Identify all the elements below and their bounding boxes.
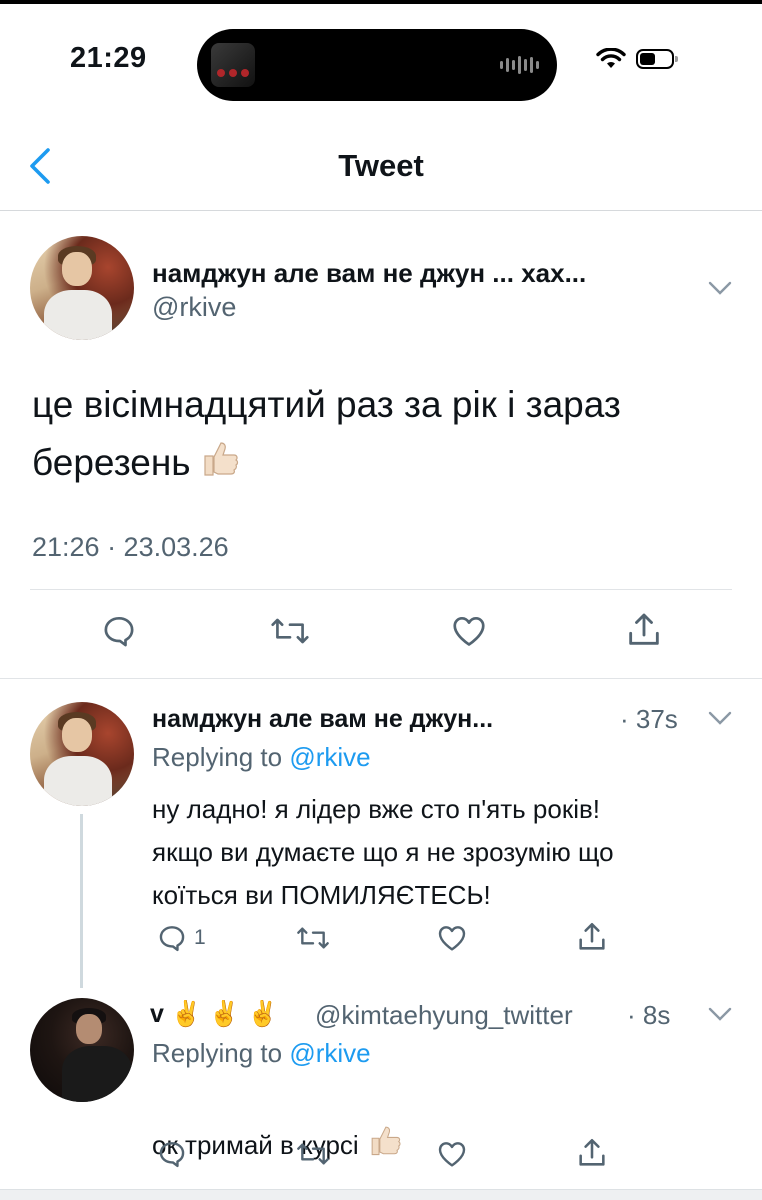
share-icon [629, 613, 659, 645]
bottom-edge [0, 1189, 762, 1200]
divider [0, 678, 762, 679]
nav-header: Tweet [0, 118, 762, 211]
avatar[interactable] [30, 998, 134, 1102]
author-handle[interactable]: @rkive [152, 292, 236, 323]
status-bar: 21:29 [0, 4, 762, 114]
retweet-icon [297, 927, 329, 949]
comment-icon [104, 616, 134, 647]
divider [30, 589, 732, 590]
tweet-text: це вісімнадцятий раз за рік і зараз бере… [32, 376, 732, 492]
chevron-down-icon[interactable] [707, 1006, 733, 1022]
tweet-body: це вісімнадцятий раз за рік і зараз бере… [32, 384, 621, 483]
like-button[interactable] [449, 612, 489, 650]
heart-icon [453, 616, 485, 646]
tweet-timestamp[interactable]: 21:26 · 23.03.26 [32, 532, 229, 563]
album-art-icon [211, 43, 255, 87]
heart-icon [438, 926, 466, 951]
replying-to-label: Replying to [152, 742, 283, 772]
tweet-body: ну ладно! я лідер вже сто п'ять років! я… [152, 794, 614, 910]
status-time: 21:29 [70, 42, 147, 74]
comment-icon [159, 1142, 185, 1168]
author-name[interactable]: намджун але вам не джун ... хах... [152, 258, 586, 289]
thread-line [80, 814, 83, 988]
heart-icon [438, 1142, 466, 1167]
like-button[interactable] [435, 922, 469, 954]
retweet-icon [297, 1143, 329, 1165]
author-name[interactable]: v ✌️ ✌️ ✌️ [150, 1000, 278, 1029]
retweet-button[interactable] [294, 922, 332, 954]
chevron-down-icon[interactable] [707, 280, 733, 296]
status-icons [596, 48, 678, 70]
author-name[interactable]: намджун але вам не джун... [152, 705, 493, 734]
thumbs-up-icon [371, 1126, 401, 1156]
retweet-button[interactable] [268, 612, 312, 650]
reply-button[interactable]: 1 [156, 922, 206, 954]
comment-icon [159, 926, 185, 952]
replying-to: Replying to @rkive [152, 742, 371, 773]
reply-button[interactable] [100, 612, 138, 650]
battery-icon [636, 49, 678, 69]
share-button[interactable] [575, 920, 609, 954]
tweet-text: ок тримай в курсі [152, 1086, 403, 1163]
retweet-icon [271, 618, 309, 644]
tweet-age: · 8s [627, 1000, 671, 1030]
like-button[interactable] [435, 1138, 469, 1170]
avatar[interactable] [30, 236, 134, 340]
avatar[interactable] [30, 702, 134, 806]
page-title: Tweet [338, 148, 424, 183]
chevron-down-icon[interactable] [707, 710, 733, 726]
reply-button[interactable] [156, 1138, 188, 1170]
replying-to-label: Replying to [152, 1038, 283, 1068]
tweet-age: · 37s [620, 704, 678, 734]
replying-to-handle[interactable]: @rkive [289, 1038, 370, 1068]
reply-count: 1 [194, 926, 206, 949]
author-handle[interactable]: @kimtaehyung_twitter [315, 1000, 573, 1031]
audio-waveform-icon [500, 55, 539, 75]
dynamic-island[interactable] [197, 29, 557, 101]
share-button[interactable] [575, 1136, 609, 1170]
share-icon [579, 1138, 605, 1166]
retweet-button[interactable] [294, 1138, 332, 1170]
wifi-icon [596, 48, 626, 68]
replying-to-handle[interactable]: @rkive [289, 742, 370, 772]
thumbs-up-icon [203, 442, 238, 476]
share-icon [579, 922, 605, 950]
replying-to: Replying to @rkive [152, 1038, 371, 1069]
share-button[interactable] [624, 610, 664, 650]
